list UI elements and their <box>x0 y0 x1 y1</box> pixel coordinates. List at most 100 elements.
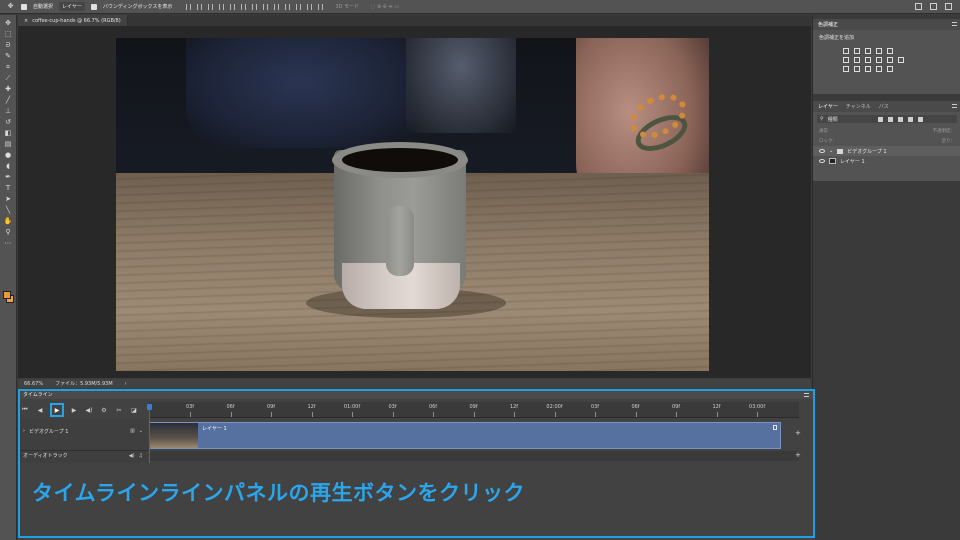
align-icon[interactable] <box>230 3 236 10</box>
filter-shape-icon[interactable] <box>907 116 913 122</box>
distribute-icon[interactable] <box>296 3 302 10</box>
fill-label[interactable]: 塗り： <box>942 138 956 144</box>
distribute-icon[interactable] <box>252 3 258 10</box>
color-lookup-icon[interactable] <box>898 57 904 63</box>
brush-icon[interactable]: ╱ <box>4 96 13 105</box>
history-brush-icon[interactable]: ↺ <box>4 118 13 127</box>
layer-item[interactable]: レイヤー 1 <box>813 156 960 166</box>
close-icon[interactable]: × <box>24 18 28 24</box>
distribute-icon[interactable] <box>263 3 269 10</box>
search-icon[interactable] <box>915 3 922 10</box>
document-title: coffee-cup-hands @ 66.7% (RGB/8) <box>32 17 121 24</box>
brightness-icon[interactable] <box>843 48 849 54</box>
auto-align-icon[interactable] <box>318 3 324 10</box>
document-image[interactable] <box>116 38 709 371</box>
align-icon[interactable] <box>241 3 247 10</box>
gradient-icon[interactable]: ▤ <box>4 140 13 149</box>
filter-type-icon[interactable] <box>897 116 903 122</box>
distribute-icon[interactable] <box>274 3 280 10</box>
blend-mode-select[interactable]: 通常 <box>819 128 828 134</box>
threshold-icon[interactable] <box>865 66 871 72</box>
bounding-box-checkbox[interactable] <box>90 3 97 10</box>
chevron-down-icon[interactable]: ⌄ <box>829 148 833 154</box>
hue-saturation-icon[interactable] <box>843 57 849 63</box>
distribute-icon[interactable] <box>285 3 291 10</box>
adjustment-icons-row-2 <box>813 57 960 63</box>
eyedropper-icon[interactable]: ⟋ <box>4 74 13 83</box>
black-white-icon[interactable] <box>865 57 871 63</box>
align-icon[interactable] <box>197 3 203 10</box>
tab-channels[interactable]: チャンネル <box>846 103 871 110</box>
zoom-level[interactable]: 66.67% <box>24 381 43 387</box>
mode-3d-label: 3D モード <box>335 4 360 10</box>
marquee-icon[interactable]: ⬚ <box>4 30 13 39</box>
align-icon[interactable] <box>208 3 214 10</box>
layer-select-dropdown[interactable]: レイヤー <box>59 2 85 11</box>
align-icon[interactable] <box>186 3 192 10</box>
blend-mode-row: 通常 不透明度： <box>813 126 960 136</box>
align-icon[interactable] <box>219 3 225 10</box>
layer-filter[interactable]: ⚲ 種類 <box>817 115 957 123</box>
zoom-icon[interactable]: ⚲ <box>4 228 13 237</box>
status-arrow-icon[interactable]: › <box>125 381 127 387</box>
posterize-icon[interactable] <box>854 66 860 72</box>
image-sweater <box>186 38 416 148</box>
dodge-icon[interactable]: ◖ <box>4 162 13 171</box>
gradient-map-icon[interactable] <box>887 66 893 72</box>
panel-menu-icon[interactable] <box>952 22 957 26</box>
layer-filter-icons <box>877 116 923 122</box>
tab-paths[interactable]: パス <box>879 103 889 110</box>
lasso-icon[interactable]: ᘐ <box>4 41 13 50</box>
layer-item[interactable]: ⌄ ビデオグループ 1 <box>813 146 960 156</box>
distribute-icon[interactable] <box>307 3 313 10</box>
pen-icon[interactable]: ✒ <box>4 173 13 182</box>
crop-icon[interactable]: ⌗ <box>4 63 13 72</box>
foreground-color-swatch[interactable] <box>3 291 11 299</box>
panel-menu-icon[interactable] <box>952 104 957 108</box>
tab-layers[interactable]: レイヤー <box>818 103 838 110</box>
more-tools-icon[interactable]: ⋯ <box>4 239 13 248</box>
curves-icon[interactable] <box>865 48 871 54</box>
layer-filter-kind[interactable]: 種類 <box>828 116 838 123</box>
layer-thumbnail <box>829 158 836 164</box>
healing-brush-icon[interactable]: ✚ <box>4 85 13 94</box>
share-icon[interactable] <box>945 3 952 10</box>
path-select-icon[interactable]: ➤ <box>4 195 13 204</box>
stamp-icon[interactable]: ⊥ <box>4 107 13 116</box>
shape-icon[interactable]: ╲ <box>4 206 13 215</box>
eraser-icon[interactable]: ◧ <box>4 129 13 138</box>
mode-3d-icons[interactable]: ◌ ⊛ ✣ ⇹ ▭ <box>371 4 399 10</box>
photo-filter-icon[interactable] <box>876 57 882 63</box>
adjustments-add-label: 色調補正を追加 <box>819 35 855 41</box>
document-tab[interactable]: × coffee-cup-hands @ 66.7% (RGB/8) <box>18 15 128 26</box>
canvas-area[interactable] <box>18 26 811 378</box>
hand-icon[interactable]: ✋ <box>4 217 13 226</box>
adjustments-panel: 色調補正 色調補正を追加 <box>813 19 960 94</box>
workspace-icon[interactable] <box>930 3 937 10</box>
blur-icon[interactable]: ● <box>4 151 13 160</box>
visibility-eye-icon[interactable] <box>819 149 825 153</box>
status-bar: 66.67% ファイル：5.93M/5.93M › <box>18 379 811 388</box>
invert-icon[interactable] <box>843 66 849 72</box>
filter-smart-object-icon[interactable] <box>917 116 923 122</box>
filter-adjustment-icon[interactable] <box>887 116 893 122</box>
filter-pixel-icon[interactable] <box>877 116 883 122</box>
levels-icon[interactable] <box>854 48 860 54</box>
quick-select-icon[interactable]: ✎ <box>4 52 13 61</box>
channel-mixer-icon[interactable] <box>887 57 893 63</box>
opacity-label[interactable]: 不透明度： <box>933 128 956 134</box>
align-buttons[interactable] <box>186 3 324 10</box>
auto-select-checkbox[interactable] <box>21 3 27 10</box>
visibility-eye-icon[interactable] <box>819 159 825 163</box>
exposure-icon[interactable] <box>876 48 882 54</box>
type-icon[interactable]: T <box>4 184 13 193</box>
adjustment-icons-row-3 <box>813 66 960 72</box>
move-icon[interactable]: ✥ <box>4 19 13 28</box>
color-balance-icon[interactable] <box>854 57 860 63</box>
move-tool-icon[interactable]: ✥ <box>6 2 15 11</box>
options-bar: ✥ 自動選択 レイヤー バウンディングボックスを表示 3D モード ◌ ⊛ ✣ … <box>0 0 960 14</box>
vibrance-icon[interactable] <box>887 48 893 54</box>
selective-color-icon[interactable] <box>876 66 882 72</box>
adjustments-tab[interactable]: 色調補正 <box>818 21 838 28</box>
tools-panel: ✥ ⬚ ᘐ ✎ ⌗ ⟋ ✚ ╱ ⊥ ↺ ◧ ▤ ● ◖ ✒ T ➤ ╲ ✋ ⚲ … <box>0 15 17 540</box>
